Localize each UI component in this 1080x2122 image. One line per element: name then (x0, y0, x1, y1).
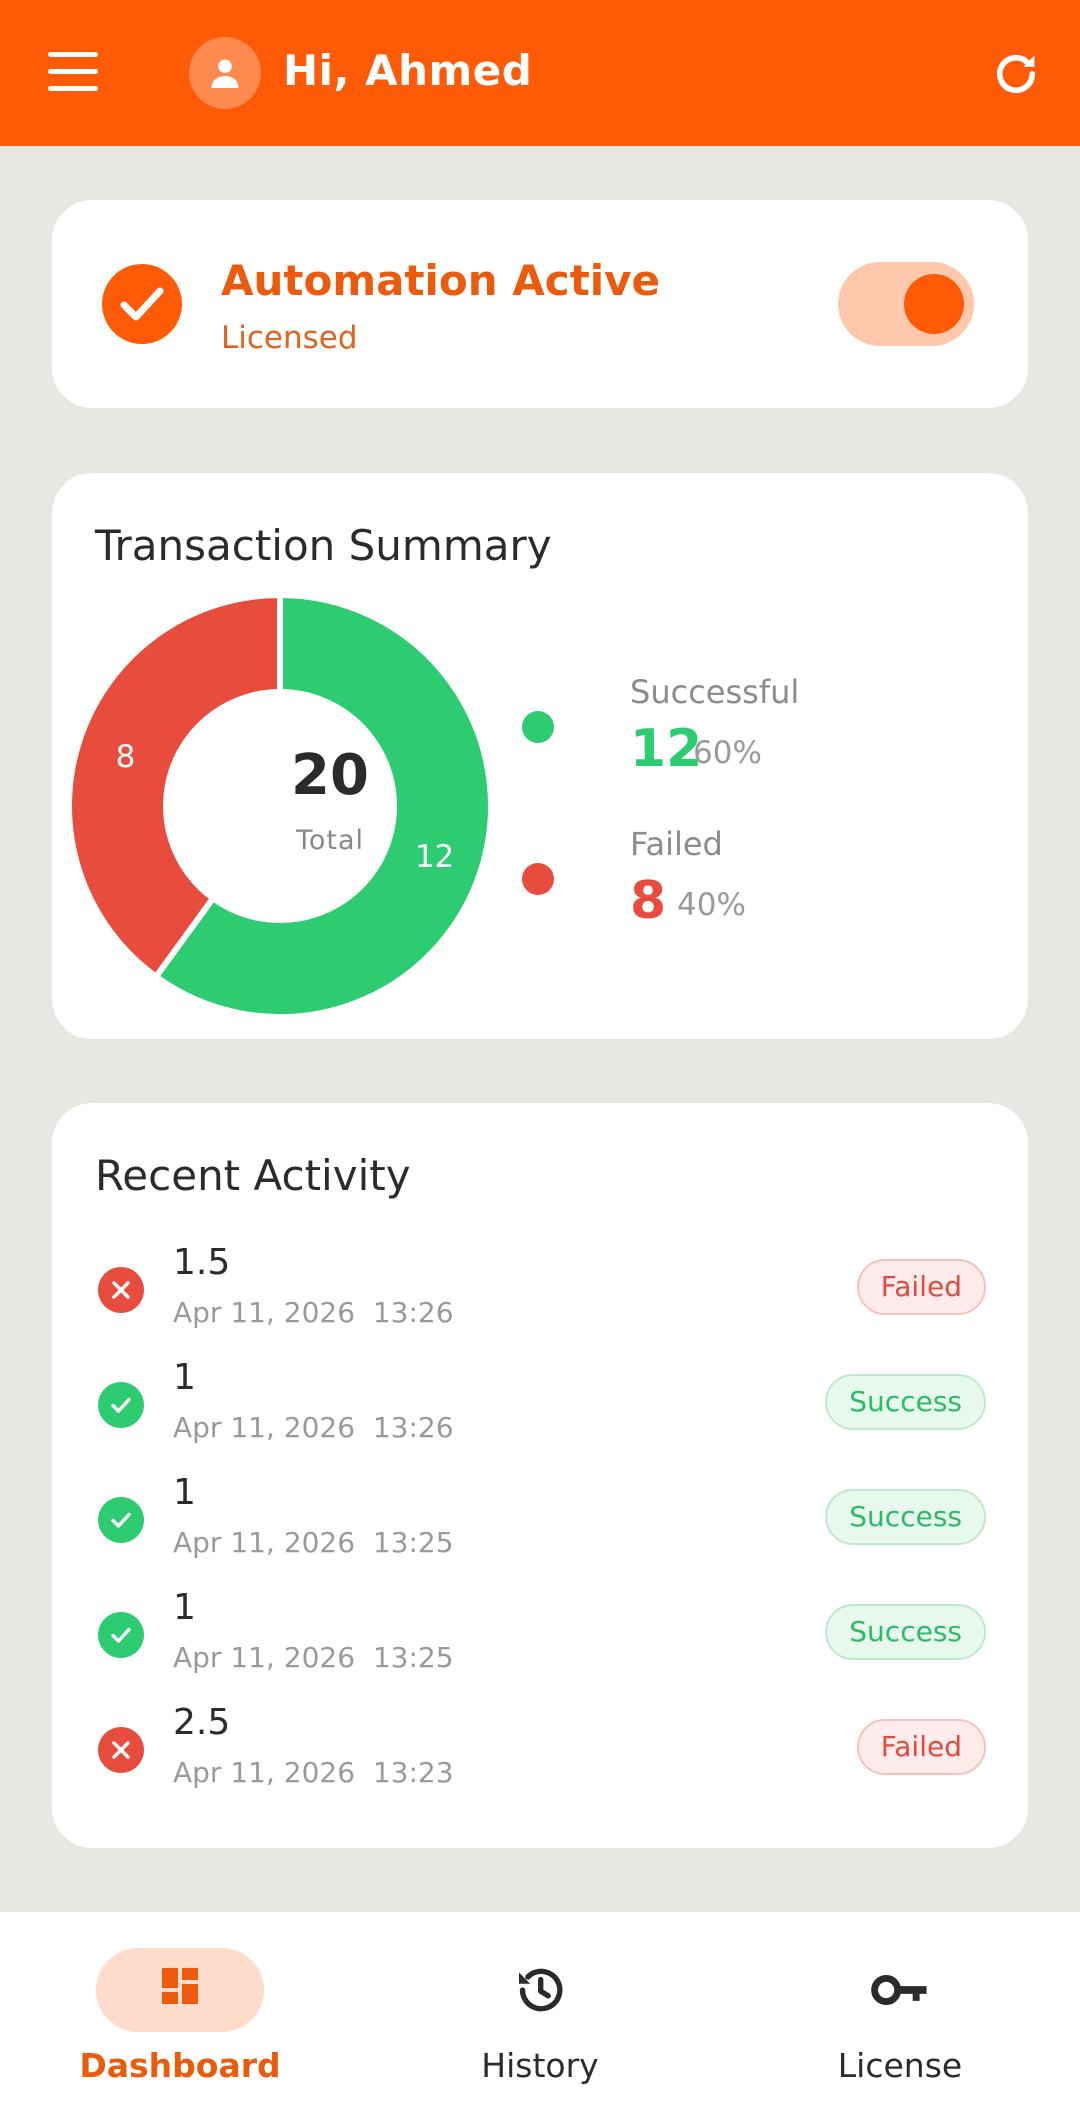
key-icon (871, 1975, 927, 2005)
legend-dot-successful (522, 711, 554, 743)
menu-button[interactable] (48, 52, 98, 92)
donut-total-label: Total (295, 825, 365, 856)
automation-status-card: Automation Active Licensed (52, 200, 1028, 408)
toggle-knob (904, 274, 964, 334)
check-icon (98, 1382, 144, 1428)
activity-amount: 1 (173, 1472, 196, 1513)
error-icon (98, 1267, 144, 1313)
menu-icon-line (48, 69, 98, 74)
activity-time: 13:26 (372, 1296, 454, 1329)
activity-amount: 1.5 (173, 1242, 231, 1283)
donut-slice-label: 8 (116, 739, 136, 775)
activity-timestamp: Apr 11, 2026 13:26 (173, 1296, 454, 1329)
license-status-label: Licensed (221, 320, 358, 356)
bottom-navigation: Dashboard History License (0, 1912, 1080, 2122)
activity-date: Apr 11, 2026 (173, 1296, 356, 1329)
activity-row[interactable]: 1.5 Apr 11, 2026 13:26 Failed (52, 1242, 1028, 1357)
nav-label-license: License (837, 2046, 963, 2085)
check-icon (98, 1612, 144, 1658)
legend-label-failed: Failed (630, 825, 723, 863)
nav-item-license[interactable]: License (720, 1912, 1080, 2122)
person-icon (211, 59, 239, 88)
activity-amount: 1 (173, 1587, 196, 1628)
check-circle-icon (102, 264, 182, 344)
menu-icon-line (48, 52, 98, 57)
status-badge: Success (825, 1374, 986, 1430)
legend-value-failed: 8 (630, 871, 667, 931)
dashboard-icon (162, 1968, 198, 2004)
nav-item-dashboard[interactable]: Dashboard (0, 1912, 360, 2122)
legend-value-successful: 12 (630, 719, 703, 779)
legend-dot-failed (522, 863, 554, 895)
check-icon (98, 1497, 144, 1543)
status-badge: Failed (856, 1719, 986, 1775)
history-icon (519, 1968, 563, 2012)
activity-row[interactable]: 1 Apr 11, 2026 13:26 Success (52, 1357, 1028, 1472)
activity-timestamp: Apr 11, 2026 13:25 (173, 1526, 454, 1559)
status-badge: Failed (856, 1259, 986, 1315)
automation-status-title: Automation Active (221, 256, 661, 305)
activity-row[interactable]: 1 Apr 11, 2026 13:25 Success (52, 1587, 1028, 1702)
summary-title: Transaction Summary (95, 521, 552, 570)
legend-percent-successful: 60% (693, 735, 762, 771)
activity-title: Recent Activity (95, 1151, 411, 1200)
app-bar: Hi, Ahmed (0, 0, 1080, 146)
activity-date: Apr 11, 2026 (173, 1756, 356, 1789)
avatar (189, 37, 261, 109)
activity-date: Apr 11, 2026 (173, 1526, 356, 1559)
menu-icon-line (48, 86, 98, 91)
status-badge: Success (825, 1489, 986, 1545)
activity-row[interactable]: 2.5 Apr 11, 2026 13:23 Failed (52, 1702, 1028, 1817)
refresh-icon (996, 54, 1036, 94)
activity-time: 13:23 (372, 1756, 454, 1789)
greeting-title: Hi, Ahmed (283, 46, 533, 95)
nav-item-history[interactable]: History (360, 1912, 720, 2122)
activity-timestamp: Apr 11, 2026 13:23 (173, 1756, 454, 1789)
donut-total-value: 20 (291, 743, 369, 808)
status-badge: Success (825, 1604, 986, 1660)
refresh-button[interactable] (990, 48, 1042, 100)
legend-label-successful: Successful (630, 673, 800, 711)
error-icon (98, 1727, 144, 1773)
activity-row[interactable]: 1 Apr 11, 2026 13:25 Success (52, 1472, 1028, 1587)
activity-amount: 1 (173, 1357, 196, 1398)
transaction-summary-card: Transaction Summary 12 8 20 Total Success… (52, 473, 1028, 1039)
activity-date: Apr 11, 2026 (173, 1411, 356, 1444)
recent-activity-card: Recent Activity 1.5 Apr 11, 2026 13:26 F… (52, 1103, 1028, 1848)
nav-label-dashboard: Dashboard (79, 2046, 281, 2085)
activity-date: Apr 11, 2026 (173, 1641, 356, 1674)
activity-timestamp: Apr 11, 2026 13:25 (173, 1641, 454, 1674)
activity-time: 13:26 (372, 1411, 454, 1444)
nav-label-history: History (481, 2046, 599, 2085)
activity-time: 13:25 (372, 1641, 454, 1674)
activity-time: 13:25 (372, 1526, 454, 1559)
legend-percent-failed: 40% (677, 887, 746, 923)
activity-amount: 2.5 (173, 1702, 231, 1743)
automation-toggle[interactable] (838, 262, 974, 346)
activity-timestamp: Apr 11, 2026 13:26 (173, 1411, 454, 1444)
